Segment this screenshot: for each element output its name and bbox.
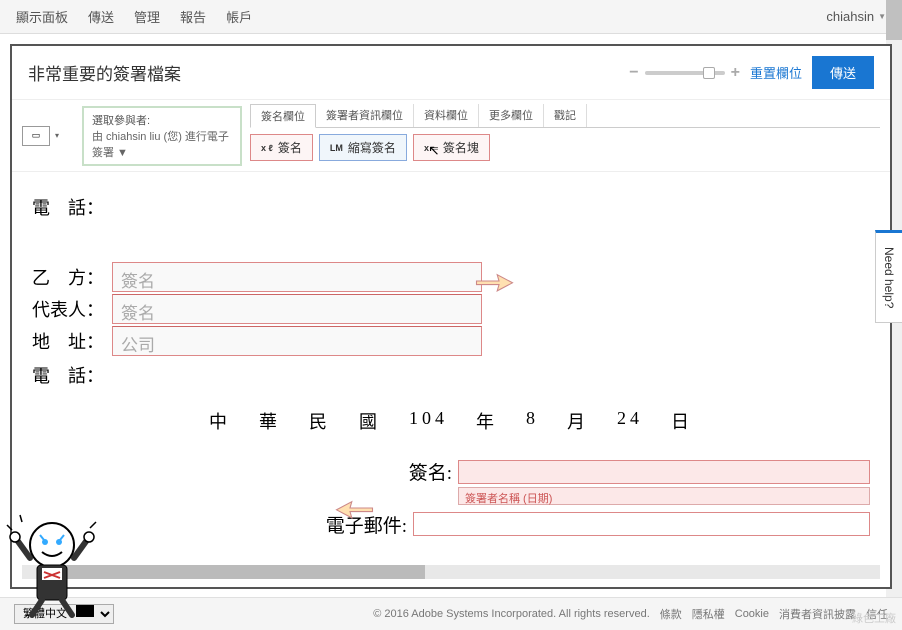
participant-label: 選取參與者: [92,112,232,128]
footer-link-terms[interactable]: 條款 [660,606,682,622]
tool-signature-label: 簽名 [278,139,302,156]
date-row: 中 華 民 國 104 年 8 月 24 日 [32,408,870,434]
tab-more-fields[interactable]: 更多欄位 [479,104,544,127]
block-prefix-icon: x ═ [424,143,438,153]
copyright-text: © 2016 Adobe Systems Incorporated. All r… [373,608,650,620]
top-menu-left: 顯示面板 傳送 管理 報告 帳戶 [16,7,252,26]
participant-value[interactable]: 由 chiahsin liu (您) 進行電子簽署 ▼ [92,128,232,160]
send-button[interactable]: 傳送 [812,56,874,89]
tab-data-fields[interactable]: 資料欄位 [414,104,479,127]
label-signature: 簽名: [362,458,452,485]
watermark: 綠色工廠 [852,610,896,626]
zoom-out-icon[interactable]: − [629,64,638,82]
top-menu-bar: 顯示面板 傳送 管理 報告 帳戶 chiahsin ▼ [0,0,902,34]
bottom-email-row: 電子郵件: [32,509,870,539]
pointing-hand-icon-2 [332,493,377,523]
field-party-b-signature[interactable]: 簽名 [112,262,482,292]
field-bottom-signature[interactable] [458,460,870,484]
main-panel: 非常重要的簽署檔案 − + 重置欄位 傳送 ▭ 選取參與者: 由 chiahsi… [10,44,892,589]
zoom-controls: − + [629,64,740,82]
row-party-b: 乙 方： 簽名 [32,262,870,292]
date-part-4: 104 [409,408,448,434]
mascot-character [2,510,102,620]
menu-dashboard[interactable]: 顯示面板 [16,7,68,26]
tool-initials[interactable]: LM 縮寫簽名 [319,134,407,161]
zoom-slider[interactable] [645,71,725,75]
user-menu[interactable]: chiahsin ▼ [826,9,886,24]
footer-right: © 2016 Adobe Systems Incorporated. All r… [373,606,888,622]
menu-account[interactable]: 帳戶 [226,7,252,26]
menu-send[interactable]: 傳送 [88,7,114,26]
panel-header: 非常重要的簽署檔案 − + 重置欄位 傳送 [12,46,890,100]
label-phone: 電 話： [32,194,122,220]
date-part-3: 國 [359,408,381,434]
initials-prefix-icon: LM [330,143,343,153]
tab-stamps[interactable]: 戳記 [544,104,587,127]
date-part-9: 日 [671,408,693,434]
date-part-7: 月 [567,408,589,434]
username: chiahsin [826,9,874,24]
label-address: 地 址： [32,328,112,354]
footer-link-privacy[interactable]: 隱私權 [692,606,725,622]
field-tabs-area: 簽名欄位 簽署者資訊欄位 資料欄位 更多欄位 戳記 x ℓ 簽名 LM 縮寫簽名… [250,104,880,167]
label-phone-2: 電 話： [32,362,122,388]
signature-prefix-icon: x ℓ [261,143,273,153]
date-part-2: 民 [309,408,331,434]
bottom-sig-meta-row: 簽署者名稱 (日期) [32,487,870,505]
tab-signer-info[interactable]: 簽署者資訊欄位 [316,104,414,127]
date-part-1: 華 [259,408,281,434]
date-part-0: 中 [209,408,231,434]
zoom-in-icon[interactable]: + [731,64,740,82]
dropdown-icon: ▼ [878,12,886,21]
row-address: 地 址： 公司 [32,326,870,356]
row-phone-2: 電 話： [32,362,870,388]
tool-block-label: 簽名塊 [443,139,479,156]
bottom-signature-block: 簽名: 簽署者名稱 (日期) 電子郵件: [32,458,870,539]
date-part-8: 24 [617,408,643,434]
signature-meta-label[interactable]: 簽署者名稱 (日期) [458,487,870,505]
reset-fields-link[interactable]: 重置欄位 [750,63,802,82]
zoom-slider-thumb[interactable] [703,67,715,79]
vscroll-thumb[interactable] [886,0,902,40]
need-help-tab[interactable]: Need help? [875,230,902,323]
document-title: 非常重要的簽署檔案 [28,60,181,85]
label-party-b: 乙 方： [32,264,112,290]
footer-link-consumer[interactable]: 消費者資訊披露 [779,606,856,622]
tool-initials-label: 縮寫簽名 [348,139,396,156]
date-part-6: 8 [526,408,539,434]
tool-signature-block[interactable]: x ═ 簽名塊 [413,134,490,161]
field-email[interactable] [413,512,870,536]
menu-manage[interactable]: 管理 [134,7,160,26]
field-rep-signature[interactable]: 簽名 [112,294,482,324]
panel-controls: − + 重置欄位 傳送 [629,56,874,89]
field-company[interactable]: 公司 [112,326,482,356]
tabs-row: 簽名欄位 簽署者資訊欄位 資料欄位 更多欄位 戳記 [250,104,880,128]
toolbar: ▭ 選取參與者: 由 chiahsin liu (您) 進行電子簽署 ▼ 簽名欄… [12,100,890,172]
row-phone-1: 電 話： [32,194,870,220]
menu-report[interactable]: 報告 [180,7,206,26]
bottom-sig-row-1: 簽名: [32,458,870,485]
row-representative: 代表人： 簽名 [32,294,870,324]
device-preview-icon[interactable]: ▭ [22,126,50,146]
date-part-5: 年 [476,408,498,434]
tool-signature[interactable]: x ℓ 簽名 [250,134,313,161]
document-area: 電 話： 乙 方： 簽名 代表人： 簽名 地 址： 公司 電 話： 中 華 民 … [12,172,890,572]
label-representative: 代表人： [32,296,112,322]
tool-buttons: x ℓ 簽名 LM 縮寫簽名 x ═ 簽名塊 [250,128,880,167]
participant-selector[interactable]: 選取參與者: 由 chiahsin liu (您) 進行電子簽署 ▼ [82,106,242,166]
footer: 繁體中文 © 2016 Adobe Systems Incorporated. … [0,597,902,630]
pointing-hand-icon [472,266,517,296]
footer-link-cookie[interactable]: Cookie [735,608,769,620]
tab-signature-fields[interactable]: 簽名欄位 [250,104,316,128]
horizontal-scrollbar[interactable] [22,565,880,579]
